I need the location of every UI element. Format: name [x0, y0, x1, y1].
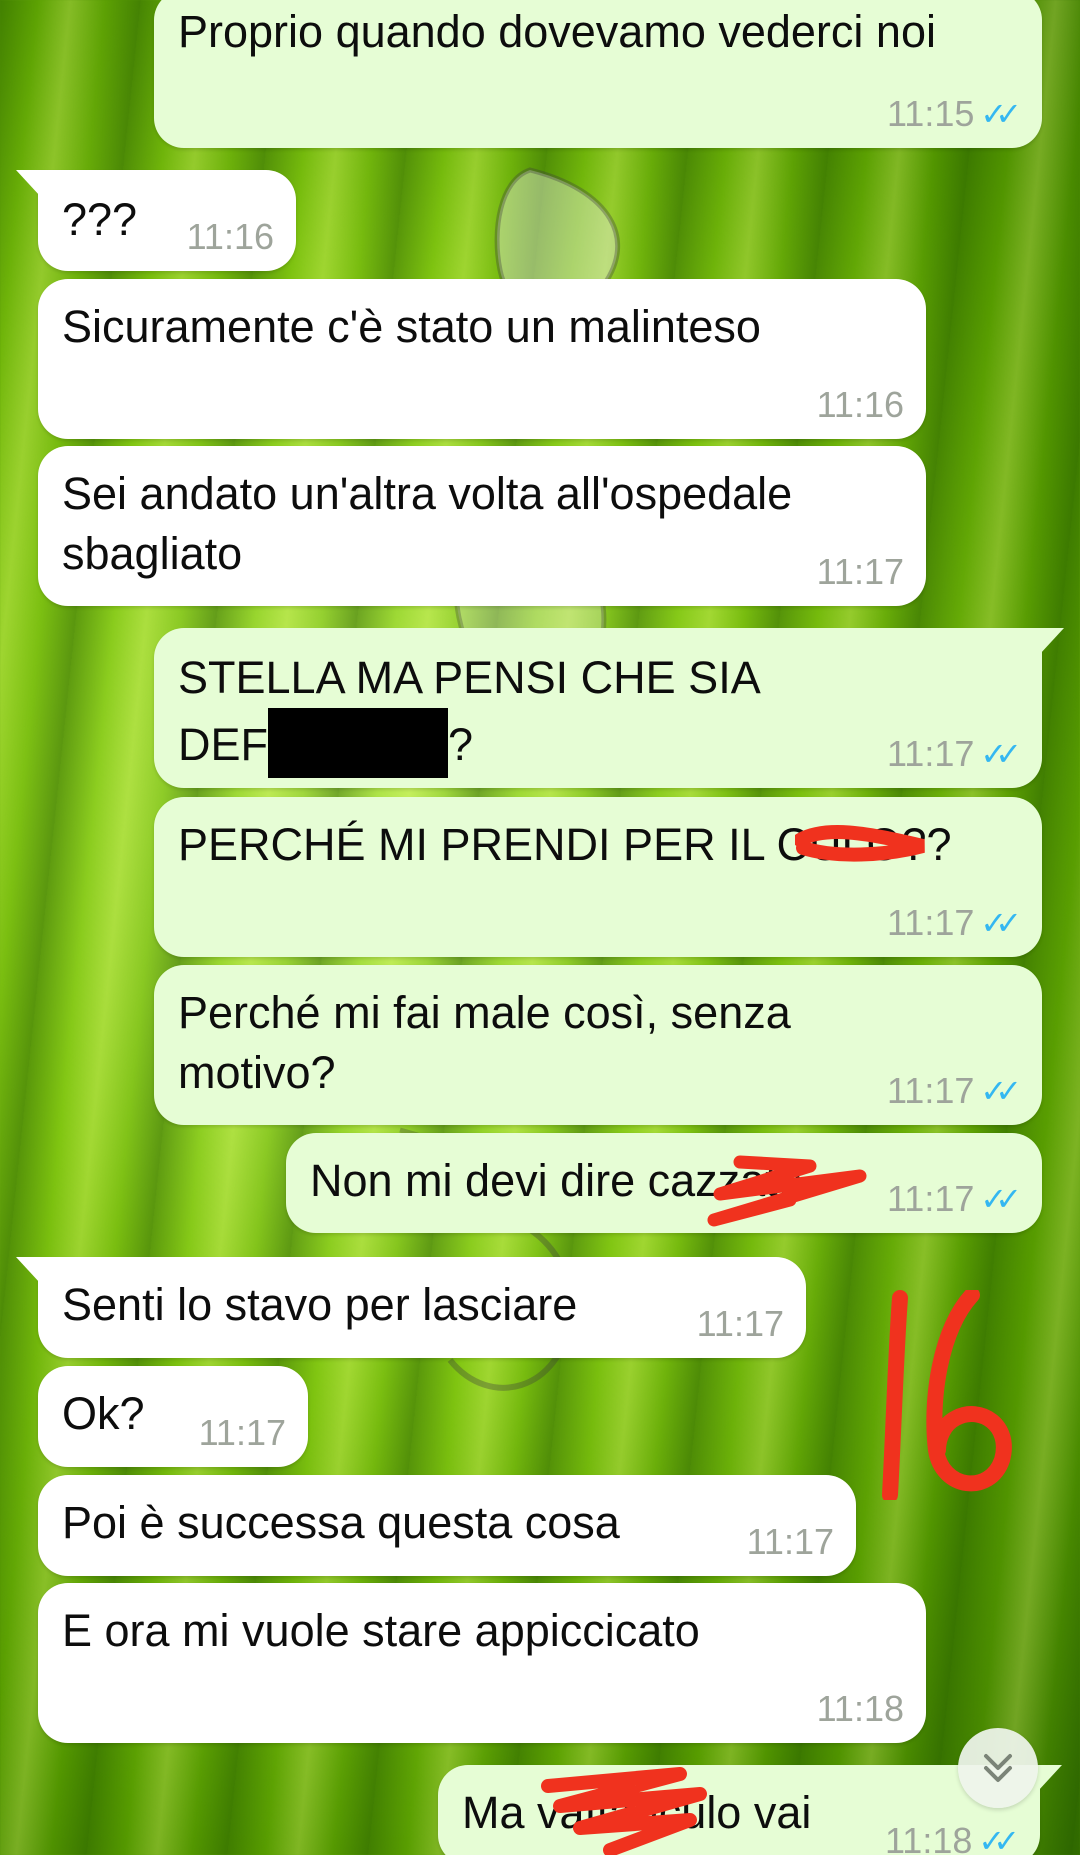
message-text: E ora mi vuole stare appiccicato: [62, 1605, 700, 1656]
message-meta: 11:17: [747, 1512, 834, 1572]
message-bubble-outgoing[interactable]: Ma vaffanculo vai 11:18 ✓✓: [438, 1765, 1062, 1855]
message-meta: 11:15 ✓✓: [886, 84, 1022, 144]
message-time: 11:17: [816, 551, 904, 592]
double-check-icon: ✓✓: [980, 1180, 1022, 1218]
double-check-icon: ✓✓: [978, 1822, 1020, 1855]
message-time: 11:16: [186, 216, 274, 257]
message-time: 11:17: [886, 902, 975, 943]
message-time: 11:15: [886, 93, 975, 134]
double-check-icon: ✓✓: [980, 95, 1022, 133]
message-meta: 11:17: [697, 1294, 784, 1354]
message-text-prefix: DEF: [178, 719, 268, 770]
message-bubble-outgoing[interactable]: Non mi devi dire cazzate 11:17 ✓✓: [286, 1133, 1042, 1233]
message-text-line: STELLA MA PENSI CHE SIA: [178, 652, 761, 703]
message-text: Senti lo stavo per lasciare: [62, 1279, 578, 1330]
message-meta: 11:18 ✓✓: [884, 1811, 1020, 1855]
message-text: Sicuramente c'è stato un malinteso: [62, 301, 761, 352]
double-check-icon: ✓✓: [980, 735, 1022, 773]
message-time: 11:16: [816, 384, 904, 425]
message-bubble-incoming[interactable]: Senti lo stavo per lasciare 11:17: [16, 1257, 806, 1358]
message-time: 11:17: [886, 733, 975, 774]
message-time: 11:17: [746, 1521, 834, 1562]
message-meta: 11:17: [199, 1403, 286, 1463]
message-bubble-incoming[interactable]: Sicuramente c'è stato un malinteso 11:16: [38, 279, 926, 439]
message-meta: 11:17 ✓✓: [886, 724, 1022, 784]
message-bubble-outgoing[interactable]: Proprio quando dovevamo vederci noi 11:1…: [154, 0, 1042, 148]
message-text-suffix: ?: [448, 719, 474, 770]
double-check-icon: ✓✓: [980, 904, 1022, 942]
message-meta: 11:17 ✓✓: [886, 1169, 1022, 1229]
message-time: 11:17: [886, 1070, 975, 1111]
message-bubble-incoming[interactable]: Ok? 11:17: [38, 1366, 308, 1467]
message-meta: 11:17: [817, 542, 904, 602]
message-bubble-outgoing[interactable]: PERCHÉ MI PRENDI PER IL CULO?? 11:17 ✓✓: [154, 797, 1042, 957]
chevron-double-down-icon: [984, 1754, 1012, 1782]
message-time: 11:17: [198, 1412, 286, 1453]
message-time: 11:17: [886, 1178, 975, 1219]
redaction-box: [268, 708, 448, 778]
message-time: 11:18: [816, 1688, 904, 1729]
scroll-to-bottom-button[interactable]: [958, 1728, 1038, 1808]
handwritten-annotation: [882, 1290, 1012, 1500]
message-text: Sei andato un'altra volta all'ospedale s…: [62, 468, 793, 579]
message-time: 11:18: [884, 1820, 973, 1855]
message-text: Poi è successa questa cosa: [62, 1497, 620, 1548]
message-time: 11:17: [696, 1303, 784, 1344]
message-text: PERCHÉ MI PRENDI PER IL CULO??: [178, 819, 952, 870]
double-check-icon: ✓✓: [980, 1072, 1022, 1110]
message-meta: 11:17 ✓✓: [886, 893, 1022, 953]
message-bubble-incoming[interactable]: E ora mi vuole stare appiccicato 11:18: [38, 1583, 926, 1743]
message-text: Proprio quando dovevamo vederci noi: [178, 6, 936, 57]
message-bubble-incoming[interactable]: Sei andato un'altra volta all'ospedale s…: [38, 446, 926, 606]
message-meta: 11:16: [187, 207, 274, 267]
message-bubble-incoming[interactable]: ??? 11:16: [16, 170, 296, 271]
message-bubble-outgoing[interactable]: STELLA MA PENSI CHE SIA DEF? 11:17 ✓✓: [154, 628, 1064, 788]
message-bubble-incoming[interactable]: Poi è successa questa cosa 11:17: [38, 1475, 856, 1576]
message-meta: 11:16: [817, 375, 904, 435]
message-meta: 11:17 ✓✓: [886, 1061, 1022, 1121]
message-bubble-outgoing[interactable]: Perché mi fai male così, senza motivo? 1…: [154, 965, 1042, 1125]
message-meta: 11:18: [817, 1679, 904, 1739]
